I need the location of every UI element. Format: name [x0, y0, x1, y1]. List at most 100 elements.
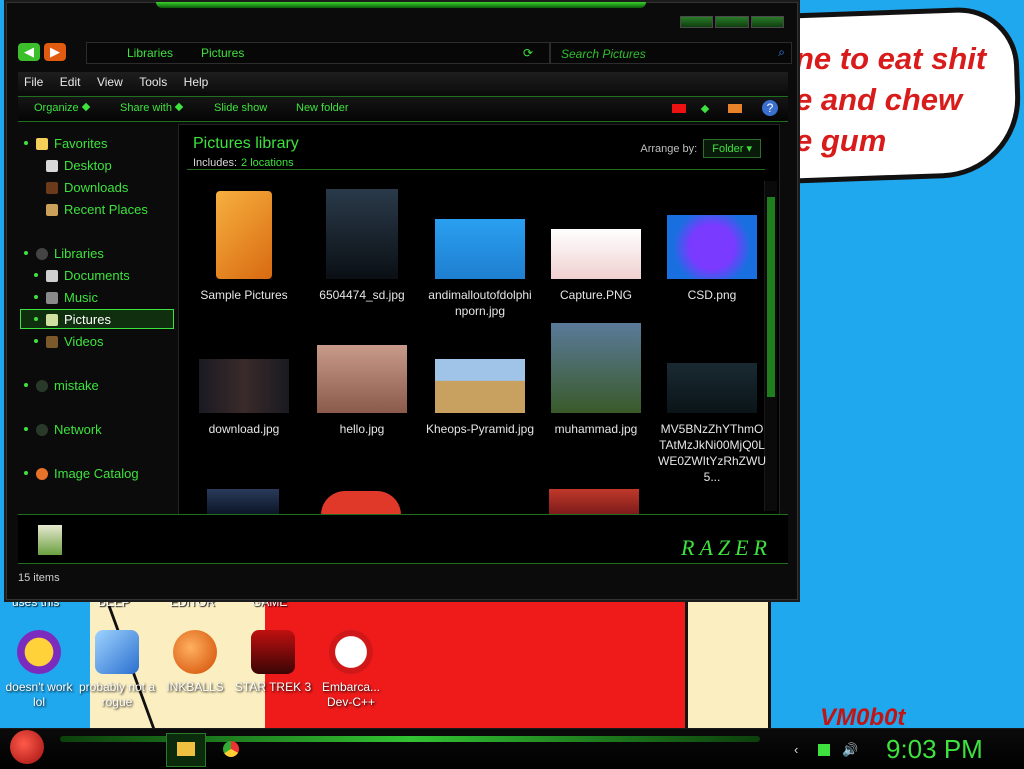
expand-bullet-icon	[24, 471, 28, 475]
nav-image-catalog[interactable]: Image Catalog	[24, 466, 139, 482]
maximize-button[interactable]	[715, 16, 749, 28]
search-icon[interactable]: ⌕	[778, 45, 785, 60]
organize-button[interactable]: Organize	[34, 102, 90, 114]
file-item[interactable]: CSD.png	[657, 215, 767, 303]
file-list-pane: Pictures library Includes: 2 locations Ar…	[178, 124, 780, 518]
view-options-icon[interactable]	[672, 104, 686, 113]
forward-arrow-icon[interactable]: ▶	[44, 43, 66, 61]
address-row: ◀ ▶ Libraries Pictures ⟳ ⌕	[18, 40, 792, 64]
file-item[interactable]: andimalloutofdolphinporn.jpg	[425, 219, 535, 319]
desktop-icon-startrek[interactable]: STAR TREK 3	[234, 630, 312, 695]
nav-music[interactable]: Music	[34, 290, 98, 306]
wallpaper-speech-text: ne to eat shit e and chew e gum	[795, 41, 987, 158]
scrollbar-thumb[interactable]	[767, 197, 775, 397]
desktop-icon-yahoo[interactable]: doesn't work lol	[0, 630, 78, 710]
image-catalog-icon	[36, 468, 48, 480]
taskbar-chrome-button[interactable]	[212, 733, 250, 765]
file-item[interactable]: Capture.PNG	[541, 229, 651, 303]
menu-tools[interactable]: Tools	[133, 72, 173, 89]
close-button[interactable]	[750, 16, 784, 28]
file-item[interactable]: hello.jpg	[307, 345, 417, 437]
help-icon[interactable]: ?	[762, 100, 778, 116]
volume-icon[interactable]: 🔊	[842, 742, 858, 758]
image-thumbnail	[435, 219, 525, 279]
nav-label: Pictures	[64, 312, 111, 327]
nav-network[interactable]: Network	[24, 422, 102, 438]
tray-expand-icon[interactable]: ‹	[794, 742, 798, 757]
star-icon	[36, 138, 48, 150]
image-thumbnail[interactable]	[207, 489, 279, 515]
menu-file[interactable]: File	[18, 72, 49, 89]
expand-bullet-icon	[34, 317, 38, 321]
menu-edit[interactable]: Edit	[54, 72, 87, 89]
image-thumbnail	[317, 345, 407, 413]
inkball-icon	[173, 630, 217, 674]
preview-pane-icon[interactable]	[728, 104, 742, 113]
address-bar[interactable]: Libraries Pictures ⟳	[86, 42, 550, 64]
start-button-angry-bird-icon[interactable]	[10, 730, 44, 764]
libraries-icon	[36, 248, 48, 260]
nav-videos[interactable]: Videos	[34, 334, 104, 350]
slide-show-button[interactable]: Slide show	[214, 102, 267, 114]
expand-bullet-icon	[34, 295, 38, 299]
file-name: Kheops-Pyramid.jpg	[425, 422, 535, 436]
desktop-icon-label: INKBALLS	[166, 680, 224, 694]
library-title: Pictures library	[193, 135, 299, 152]
network-icon	[36, 424, 48, 436]
desktop-icon-devcpp[interactable]: Embarca... Dev-C++	[312, 630, 390, 710]
nav-desktop[interactable]: Desktop	[46, 158, 112, 174]
file-name: 6504474_sd.jpg	[319, 288, 405, 302]
nav-label: Videos	[64, 334, 104, 349]
dropdown-icon	[81, 102, 90, 112]
clock[interactable]: 9:03 PM	[886, 734, 983, 765]
dropdown-icon	[174, 102, 184, 112]
chrome-icon	[223, 741, 239, 757]
file-item[interactable]: Sample Pictures	[189, 191, 299, 303]
expand-bullet-icon	[24, 383, 28, 387]
image-thumbnail[interactable]	[321, 491, 401, 515]
minimize-button[interactable]	[680, 16, 714, 28]
nav-documents[interactable]: Documents	[34, 268, 130, 284]
desktop-icon-installer[interactable]: probably not a rogue	[78, 630, 156, 710]
search-input[interactable]	[559, 45, 763, 62]
action-center-icon[interactable]	[818, 744, 830, 756]
desktop-icon-inkballs[interactable]: INKBALLS	[156, 630, 234, 695]
file-item[interactable]: muhammad.jpg	[541, 323, 651, 437]
arrange-by-dropdown[interactable]: Folder ▾	[703, 139, 761, 158]
desktop-icon-label: probably not a rogue	[78, 680, 156, 709]
nav-pictures[interactable]: Pictures	[34, 312, 111, 328]
file-item[interactable]: Kheops-Pyramid.jpg	[425, 359, 535, 437]
documents-icon	[46, 270, 58, 282]
breadcrumb-pictures[interactable]: Pictures	[201, 46, 244, 60]
view-dropdown-icon[interactable]	[700, 104, 710, 114]
menu-bar: File Edit View Tools Help	[18, 72, 788, 92]
breadcrumb-libraries[interactable]: Libraries	[127, 46, 173, 60]
nav-label: Image Catalog	[54, 466, 139, 481]
nav-mistake[interactable]: mistake	[24, 378, 99, 394]
taskbar	[0, 728, 1024, 769]
arrange-by: Arrange by: Folder ▾	[640, 139, 761, 158]
file-name: andimalloutofdolphinporn.jpg	[428, 288, 532, 318]
dev-cpp-icon	[329, 630, 373, 674]
taskbar-explorer-button[interactable]	[166, 733, 206, 767]
nav-libraries[interactable]: Libraries	[24, 246, 104, 262]
back-arrow-icon[interactable]: ◀	[18, 43, 40, 61]
file-item[interactable]: MV5BNzZhYThmOTAtMzJkNi00MjQ0LWE0ZWItYzRh…	[657, 363, 767, 485]
share-with-button[interactable]: Share with	[120, 102, 184, 114]
image-thumbnail[interactable]	[549, 489, 639, 515]
nav-recent-places[interactable]: Recent Places	[46, 202, 148, 218]
menu-help[interactable]: Help	[178, 72, 215, 89]
homegroup-icon	[36, 380, 48, 392]
menu-view[interactable]: View	[91, 72, 129, 89]
search-box[interactable]: ⌕	[550, 42, 792, 64]
file-item[interactable]: download.jpg	[189, 359, 299, 437]
nav-downloads[interactable]: Downloads	[46, 180, 128, 196]
desktop-icon-label: Embarca... Dev-C++	[321, 680, 381, 709]
includes-locations-link[interactable]: 2 locations	[241, 157, 294, 169]
nav-favorites[interactable]: Favorites	[24, 136, 107, 152]
file-name: hello.jpg	[339, 422, 385, 436]
refresh-icon[interactable]: ⟳	[523, 46, 533, 60]
new-folder-button[interactable]: New folder	[296, 102, 349, 114]
file-item[interactable]: 6504474_sd.jpg	[307, 189, 417, 303]
nav-label: mistake	[54, 378, 99, 393]
